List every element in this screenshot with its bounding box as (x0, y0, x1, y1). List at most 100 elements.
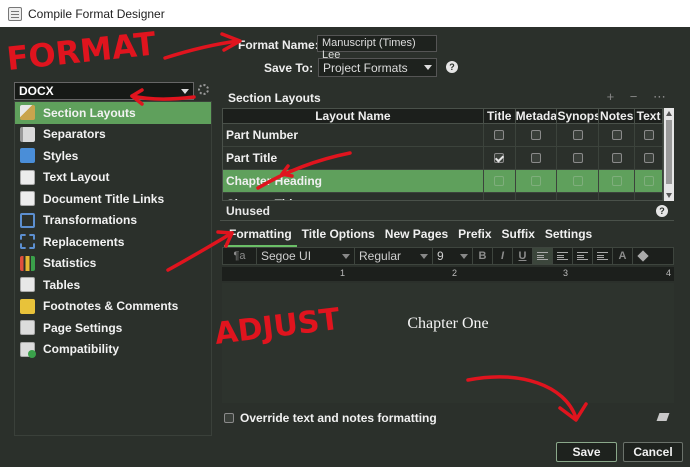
override-option[interactable]: Override text and notes formatting (224, 411, 437, 425)
chevron-down-icon (342, 253, 350, 259)
align-left-button[interactable] (533, 248, 553, 264)
sidebar-item-statistics[interactable]: Statistics (15, 253, 211, 275)
save-to-select[interactable]: Project Formats (318, 58, 437, 77)
sidebar-item-footnotes-comments[interactable]: Footnotes & Comments (15, 296, 211, 318)
checkbox[interactable] (611, 176, 622, 186)
tab-suffix[interactable]: Suffix (497, 224, 540, 247)
checkbox[interactable] (611, 153, 622, 163)
layouts-table: Layout Name Title Metadata Synopsis Note… (222, 108, 664, 201)
tab-settings[interactable]: Settings (540, 224, 597, 247)
table-row[interactable]: Part Title (223, 147, 663, 170)
divider (220, 220, 674, 221)
format-annotation: FORMAT (5, 25, 158, 78)
sidebar-item-label: Separators (43, 127, 106, 142)
table-header: Layout Name Title Metadata Synopsis Note… (223, 109, 663, 124)
checkbox[interactable] (643, 176, 654, 186)
checkbox[interactable] (531, 176, 542, 186)
layout-name: Part Number (223, 124, 484, 146)
highlight-button[interactable] (633, 248, 653, 264)
scroll-up-icon[interactable] (666, 111, 672, 116)
sidebar-item-styles[interactable]: Styles (15, 145, 211, 167)
size-select[interactable]: 9 (433, 248, 473, 264)
chevron-down-icon (181, 88, 189, 94)
table-row[interactable]: Part Number (223, 124, 663, 147)
statistics-icon (20, 255, 35, 271)
sidebar-item-label: Text Layout (43, 170, 110, 185)
weight-value: Regular (359, 249, 402, 263)
tab-new-pages[interactable]: New Pages (380, 224, 453, 247)
column-header[interactable]: Title (484, 109, 516, 123)
tab-formatting[interactable]: Formatting (224, 224, 297, 247)
align-center-icon (557, 252, 568, 260)
checkbox[interactable] (494, 130, 505, 140)
paragraph-style-icon[interactable]: ¶a (223, 248, 257, 264)
window-title-bar: Compile Format Designer (0, 0, 690, 27)
table-scrollbar[interactable] (664, 108, 674, 201)
bold-button[interactable]: B (473, 248, 493, 264)
sidebar-item-replacements[interactable]: Replacements (15, 231, 211, 253)
table-row-selected[interactable]: Chapter Heading (223, 170, 663, 193)
underline-button[interactable]: U (513, 248, 533, 264)
weight-select[interactable]: Regular (355, 248, 433, 264)
format-type-select[interactable]: DOCX (14, 82, 194, 100)
checkbox[interactable] (572, 153, 583, 163)
sidebar-item-separators[interactable]: Separators (15, 124, 211, 146)
preview-text: Chapter One (407, 315, 489, 332)
checkbox[interactable] (531, 153, 542, 163)
tab-prefix[interactable]: Prefix (453, 224, 496, 247)
column-header[interactable]: Metadata (516, 109, 558, 123)
column-header[interactable]: Notes (599, 109, 636, 123)
font-select[interactable]: Segoe UI (257, 248, 355, 264)
align-justify-button[interactable] (593, 248, 613, 264)
checkbox[interactable] (572, 176, 583, 186)
app-icon (8, 6, 22, 21)
column-header[interactable]: Layout Name (223, 109, 484, 123)
format-preview-editor[interactable]: Chapter One (222, 283, 674, 403)
scroll-thumb[interactable] (666, 120, 672, 184)
scroll-down-icon[interactable] (666, 193, 672, 198)
separator-icon (20, 126, 35, 142)
layout-tools-icons[interactable]: + − ⋯ (607, 89, 672, 105)
align-center-button[interactable] (553, 248, 573, 264)
sidebar-item-page-settings[interactable]: Page Settings (15, 317, 211, 339)
checkbox[interactable] (611, 130, 622, 140)
override-checkbox[interactable] (224, 413, 234, 423)
tab-title-options[interactable]: Title Options (297, 224, 380, 247)
eraser-icon[interactable] (656, 413, 670, 421)
checkbox[interactable] (643, 130, 654, 140)
column-header[interactable]: Synopsis (557, 109, 600, 123)
checkbox-checked[interactable] (494, 153, 505, 163)
gear-icon[interactable] (198, 84, 209, 95)
italic-button[interactable]: I (493, 248, 513, 264)
text-layout-icon (20, 169, 35, 185)
sidebar-item-transformations[interactable]: Transformations (15, 210, 211, 232)
document-icon (20, 191, 35, 207)
layout-name: Chapter Title (223, 193, 484, 200)
sidebar-item-tables[interactable]: Tables (15, 274, 211, 296)
chevron-down-icon (420, 253, 428, 259)
sidebar-item-section-layouts[interactable]: Section Layouts (15, 102, 211, 124)
checkbox[interactable] (494, 176, 505, 186)
sidebar-item-document-title-links[interactable]: Document Title Links (15, 188, 211, 210)
save-button[interactable]: Save (556, 442, 617, 462)
help-icon[interactable]: ? (656, 205, 668, 217)
checkbox[interactable] (531, 130, 542, 140)
sidebar-item-label: Footnotes & Comments (43, 299, 179, 314)
override-label: Override text and notes formatting (240, 411, 437, 425)
sidebar-item-compatibility[interactable]: Compatibility (15, 339, 211, 361)
table-row[interactable]: Chapter Title (223, 193, 663, 200)
checkbox[interactable] (643, 153, 654, 163)
text-color-button[interactable]: A (613, 248, 633, 264)
checkbox[interactable] (572, 130, 583, 140)
column-header[interactable]: Text (635, 109, 663, 123)
format-name-input[interactable]: Manuscript (Times) Lee (317, 35, 437, 61)
format-type-value: DOCX (19, 84, 54, 98)
page-settings-icon (20, 320, 35, 336)
cancel-button[interactable]: Cancel (623, 442, 683, 462)
help-icon[interactable]: ? (446, 61, 458, 73)
align-right-button[interactable] (573, 248, 593, 264)
ruler-mark: 3 (563, 268, 569, 278)
sidebar-item-text-layout[interactable]: Text Layout (15, 167, 211, 189)
layout-name: Part Title (223, 147, 484, 169)
save-to-value: Project Formats (323, 60, 408, 75)
